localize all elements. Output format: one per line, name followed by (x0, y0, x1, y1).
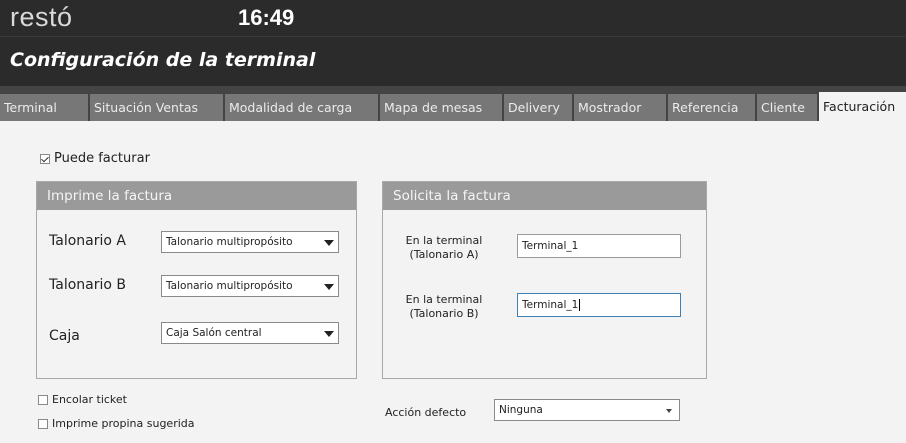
talonario-a-select[interactable]: Talonario multipropósito (161, 231, 339, 253)
accion-defecto-value: Ninguna (499, 404, 543, 416)
imprime-propina-row[interactable]: Imprime propina sugerida (38, 417, 195, 430)
terminal-a-value: Terminal_1 (522, 240, 579, 252)
caja-value: Caja Salón central (166, 327, 262, 339)
terminal-a-label-line2: (Talonario A) (409, 248, 479, 261)
imprime-factura-panel: Imprime la factura Talonario A Talonario… (36, 181, 357, 379)
terminal-b-value: Terminal_1 (522, 299, 579, 311)
app-header: restó 16:49 (0, 0, 906, 36)
solicita-factura-header: Solicita la factura (383, 182, 706, 210)
chevron-down-icon (324, 331, 334, 337)
tab-situacion-ventas[interactable]: Situación Ventas (90, 94, 223, 121)
chevron-down-icon (324, 284, 334, 290)
page-title: Configuración de la terminal (10, 49, 316, 71)
talonario-a-label: Talonario A (49, 233, 126, 249)
talonario-b-label: Talonario B (49, 277, 126, 293)
tab-delivery[interactable]: Delivery (504, 94, 572, 121)
tab-mapa-de-mesas[interactable]: Mapa de mesas (380, 94, 502, 121)
chevron-down-icon (666, 409, 672, 413)
encolar-ticket-checkbox[interactable] (38, 395, 48, 405)
solicita-factura-panel: Solicita la factura En la terminal (Talo… (382, 181, 707, 379)
talonario-b-select[interactable]: Talonario multipropósito (161, 275, 339, 297)
terminal-b-label-line2: (Talonario B) (409, 307, 479, 320)
caja-label: Caja (49, 328, 80, 344)
tab-referencia[interactable]: Referencia (668, 94, 755, 121)
encolar-ticket-row[interactable]: Encolar ticket (38, 393, 127, 406)
clock: 16:49 (238, 5, 295, 30)
terminal-b-label-line1: En la terminal (405, 293, 483, 306)
accion-defecto-select[interactable]: Ninguna (494, 399, 680, 421)
tab-cliente[interactable]: Cliente (757, 94, 817, 121)
caja-select[interactable]: Caja Salón central (161, 322, 339, 344)
terminal-a-label: En la terminal (Talonario A) (401, 234, 487, 262)
puede-facturar-checkbox[interactable] (40, 153, 50, 164)
chevron-down-icon (324, 240, 334, 246)
imprime-propina-checkbox[interactable] (38, 419, 48, 429)
tab-mostrador[interactable]: Mostrador (574, 94, 666, 121)
title-bar: Configuración de la terminal (0, 36, 906, 86)
talonario-b-value: Talonario multipropósito (166, 280, 293, 292)
facturacion-tab-content: Puede facturar Imprime la factura Talona… (0, 121, 906, 443)
terminal-a-label-line1: En la terminal (405, 234, 483, 247)
brand-logo: restó (10, 2, 73, 32)
terminal-a-input[interactable]: Terminal_1 (517, 234, 681, 258)
puede-facturar-label: Puede facturar (54, 151, 150, 166)
puede-facturar-row[interactable]: Puede facturar (40, 151, 150, 166)
encolar-ticket-label: Encolar ticket (52, 393, 127, 406)
tab-modalidad-de-carga[interactable]: Modalidad de carga (225, 94, 378, 121)
talonario-a-value: Talonario multipropósito (166, 236, 293, 248)
imprime-factura-header: Imprime la factura (37, 182, 356, 210)
terminal-b-label: En la terminal (Talonario B) (401, 293, 487, 321)
tab-terminal[interactable]: Terminal (0, 94, 88, 121)
tab-bar: Terminal Situación Ventas Modalidad de c… (0, 86, 906, 121)
tab-facturacion[interactable]: Facturación (819, 92, 906, 121)
terminal-b-input[interactable]: Terminal_1 (517, 293, 681, 317)
imprime-propina-label: Imprime propina sugerida (52, 417, 195, 430)
accion-defecto-label: Acción defecto (385, 406, 467, 419)
text-cursor (579, 299, 581, 311)
